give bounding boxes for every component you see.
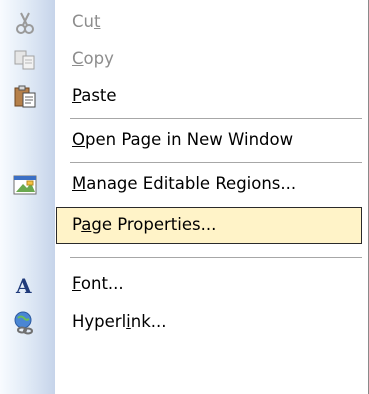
menu-item-copy[interactable]: Copy	[0, 41, 368, 78]
menu-item-cut[interactable]: Cut	[0, 4, 368, 41]
context-menu: Cut Copy Paste Open Page in New Window M…	[0, 0, 369, 394]
menu-item-label: Cut	[72, 12, 101, 31]
menu-item-label: Hyperlink...	[72, 312, 167, 331]
menu-item-label: Paste	[72, 86, 117, 105]
menu-item-label: Font...	[72, 274, 124, 293]
menu-separator	[70, 162, 362, 163]
copy-icon	[12, 47, 38, 73]
menu-item-open-page-new-window[interactable]: Open Page in New Window	[0, 122, 368, 159]
menu-separator	[70, 257, 362, 258]
menu-item-page-properties[interactable]: Page Properties...	[56, 207, 362, 244]
menu-item-label: Manage Editable Regions...	[72, 174, 297, 193]
menu-item-font[interactable]: A Font...	[0, 266, 368, 303]
svg-text:A: A	[15, 274, 32, 298]
font-icon: A	[12, 272, 38, 298]
menu-item-label: Page Properties...	[72, 215, 217, 234]
editable-regions-icon	[12, 172, 38, 198]
hyperlink-icon	[12, 310, 38, 336]
menu-item-label: Copy	[72, 49, 114, 68]
menu-item-hyperlink[interactable]: Hyperlink...	[0, 304, 368, 341]
menu-item-paste[interactable]: Paste	[0, 78, 368, 115]
menu-separator	[70, 118, 362, 119]
scissors-icon	[12, 10, 38, 36]
menu-item-manage-editable-regions[interactable]: Manage Editable Regions...	[0, 166, 368, 203]
clipboard-paste-icon	[12, 84, 38, 110]
menu-item-label: Open Page in New Window	[72, 130, 294, 149]
